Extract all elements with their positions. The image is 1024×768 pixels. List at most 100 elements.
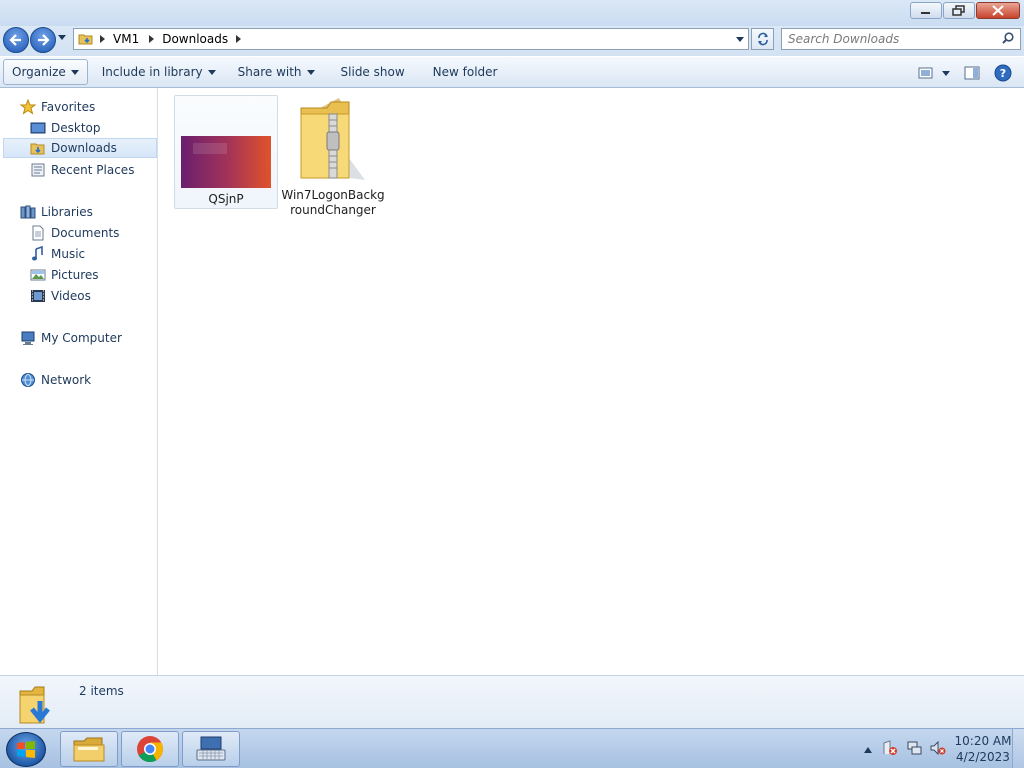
chevron-down-icon xyxy=(306,69,315,75)
windows-logo-icon xyxy=(17,740,35,758)
nav-my-computer[interactable]: My Computer xyxy=(20,328,122,348)
refresh-button[interactable] xyxy=(751,28,774,50)
system-tray: 10:20 AM 4/2/2023 xyxy=(864,729,1024,768)
nav-favorites-label: Favorites xyxy=(41,100,96,114)
start-button[interactable] xyxy=(6,732,46,767)
action-center-icon[interactable] xyxy=(882,739,898,759)
chevron-down-icon xyxy=(207,69,216,75)
close-button[interactable] xyxy=(976,2,1020,19)
address-bar[interactable]: VM1 Downloads xyxy=(73,28,749,50)
nav-downloads[interactable]: Downloads xyxy=(3,138,157,158)
clock-date: 4/2/2023 xyxy=(956,750,1010,764)
file-name: QSjnP xyxy=(208,192,244,206)
breadcrumb-separator-icon[interactable] xyxy=(236,32,242,46)
slide-show-button[interactable]: Slide show xyxy=(333,59,413,85)
search-box xyxy=(781,28,1021,50)
details-pane: 2 items xyxy=(0,675,1024,728)
breadcrumb-vm1[interactable]: VM1 xyxy=(113,32,139,46)
breadcrumb-separator-icon[interactable] xyxy=(149,32,155,46)
documents-icon xyxy=(30,225,46,241)
nav-my-computer-label: My Computer xyxy=(41,331,122,345)
nav-recent-places-label: Recent Places xyxy=(51,163,135,177)
libraries-icon xyxy=(20,204,36,220)
chrome-icon xyxy=(137,736,164,763)
taskbar-explorer-button[interactable] xyxy=(60,731,118,767)
address-history-dropdown[interactable] xyxy=(736,37,744,42)
image-thumbnail xyxy=(181,136,271,188)
show-hidden-icons-button[interactable] xyxy=(864,742,872,756)
search-input[interactable] xyxy=(782,30,1002,48)
network-status-icon[interactable] xyxy=(906,740,922,759)
thumbnail-highlight xyxy=(193,143,227,154)
change-view-button[interactable] xyxy=(912,60,956,86)
recent-pages-dropdown[interactable] xyxy=(58,35,66,40)
chevron-down-icon xyxy=(736,37,744,42)
include-in-library-button[interactable]: Include in library xyxy=(94,59,224,85)
nav-network[interactable]: Network xyxy=(20,370,91,390)
file-name-line-1: Win7LogonBackg xyxy=(281,188,385,202)
nav-downloads-label: Downloads xyxy=(51,141,117,155)
nav-favorites[interactable]: Favorites xyxy=(20,97,95,117)
organize-button[interactable]: Organize xyxy=(3,59,88,85)
slide-show-label: Slide show xyxy=(340,65,405,79)
back-button[interactable] xyxy=(3,27,29,53)
star-icon xyxy=(20,99,36,115)
nav-videos[interactable]: Videos xyxy=(30,286,91,306)
computer-icon xyxy=(20,330,36,346)
breadcrumb-downloads[interactable]: Downloads xyxy=(162,32,228,46)
keyboard-icon xyxy=(196,736,226,761)
show-desktop-button[interactable] xyxy=(1012,729,1024,768)
music-icon xyxy=(30,246,46,262)
folder-icon xyxy=(73,737,105,762)
taskbar-chrome-button[interactable] xyxy=(121,731,179,767)
volume-muted-icon[interactable] xyxy=(930,740,946,759)
folder-icon xyxy=(78,31,94,47)
address-row: VM1 Downloads xyxy=(0,26,1024,56)
share-with-label: Share with xyxy=(237,65,302,79)
new-folder-button[interactable]: New folder xyxy=(425,59,506,85)
nav-pictures-label: Pictures xyxy=(51,268,99,282)
nav-pictures[interactable]: Pictures xyxy=(30,265,99,285)
refresh-icon xyxy=(757,32,768,46)
nav-recent-places[interactable]: Recent Places xyxy=(30,160,134,180)
file-item-qsjnp[interactable]: QSjnP xyxy=(174,95,278,209)
downloads-folder-icon xyxy=(19,686,50,724)
nav-music-label: Music xyxy=(51,247,86,261)
breadcrumb-separator-icon[interactable] xyxy=(100,32,105,46)
clock[interactable]: 10:20 AM 4/2/2023 xyxy=(954,733,1012,765)
preview-pane-button[interactable] xyxy=(956,60,988,86)
search-icon[interactable] xyxy=(1002,31,1014,47)
include-in-library-label: Include in library xyxy=(101,65,203,79)
nav-documents[interactable]: Documents xyxy=(30,223,119,243)
view-controls: ? xyxy=(912,57,1024,89)
restore-button[interactable] xyxy=(943,2,975,19)
view-icon xyxy=(918,67,933,79)
file-list[interactable]: QSjnP Win7LogonBackg roundChanger xyxy=(159,88,1024,675)
command-bar: Organize Include in library Share with S… xyxy=(0,56,1024,88)
recent-places-icon xyxy=(30,162,46,178)
zip-folder-icon xyxy=(300,98,365,180)
item-count: 2 items xyxy=(79,684,124,698)
videos-icon xyxy=(30,288,46,304)
file-item-win7logonbackgroundchanger[interactable]: Win7LogonBackg roundChanger xyxy=(281,95,385,225)
taskbar-keyboard-app-button[interactable] xyxy=(182,731,240,767)
arrow-right-icon xyxy=(38,34,50,46)
minimize-icon xyxy=(921,11,930,14)
chevron-up-icon xyxy=(864,747,872,753)
nav-libraries[interactable]: Libraries xyxy=(20,202,93,222)
nav-desktop-label: Desktop xyxy=(51,121,101,135)
navigation-pane: Favorites Desktop Downloads Recent Place… xyxy=(0,88,158,675)
desktop-icon xyxy=(30,120,46,136)
preview-pane-icon xyxy=(964,66,980,80)
close-icon xyxy=(992,5,1004,16)
minimize-button[interactable] xyxy=(910,2,942,19)
restore-icon xyxy=(952,5,965,16)
forward-button[interactable] xyxy=(30,27,56,53)
nav-libraries-label: Libraries xyxy=(41,205,93,219)
help-button[interactable]: ? xyxy=(988,60,1024,86)
nav-desktop[interactable]: Desktop xyxy=(30,118,101,138)
nav-documents-label: Documents xyxy=(51,226,120,240)
nav-videos-label: Videos xyxy=(51,289,91,303)
nav-music[interactable]: Music xyxy=(30,244,85,264)
share-with-button[interactable]: Share with xyxy=(230,59,323,85)
